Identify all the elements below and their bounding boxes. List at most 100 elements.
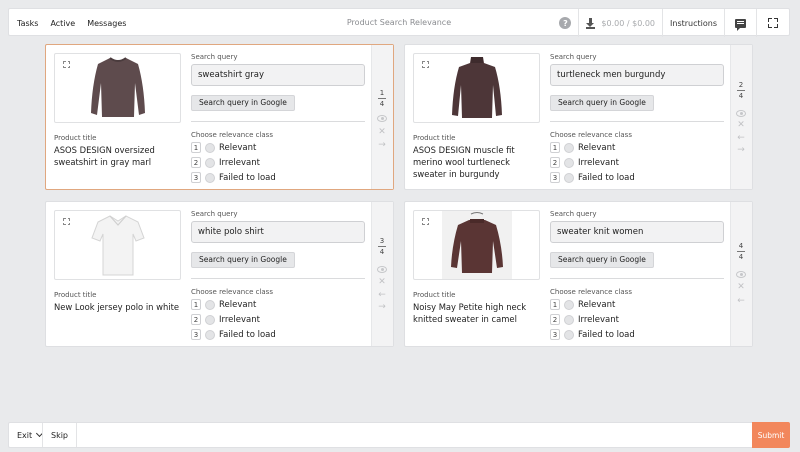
search-query-field[interactable]: turtleneck men burgundy <box>550 64 724 86</box>
product-title: ASOS DESIGN oversized sweatshirt in gray… <box>54 145 155 167</box>
radio-button[interactable] <box>205 314 215 325</box>
radio-button[interactable] <box>564 314 574 325</box>
knit-sweater-image <box>441 211 512 279</box>
task-counter: 44 <box>737 242 745 261</box>
option-failed-to-load[interactable]: 3 Failed to load <box>191 328 276 341</box>
close-icon[interactable]: ✕ <box>376 278 388 287</box>
nav-messages[interactable]: Messages <box>87 19 126 28</box>
card-side-panel: 14 ✕ → <box>371 45 393 189</box>
sweatshirt-image <box>90 57 145 117</box>
option-failed-to-load[interactable]: 3 Failed to load <box>191 171 276 184</box>
radio-button[interactable] <box>564 329 574 340</box>
search-query-label: Search query <box>191 210 238 218</box>
exit-label: Exit <box>17 430 33 440</box>
polo-image <box>90 215 145 276</box>
help-button[interactable]: ? <box>552 9 578 37</box>
product-image-box[interactable] <box>413 210 540 280</box>
radio-button[interactable] <box>564 172 574 183</box>
chat-button[interactable] <box>724 9 756 37</box>
balance-value: $0.00 / $0.00 <box>601 18 656 28</box>
arrow-right-icon[interactable]: → <box>376 303 388 312</box>
eye-icon[interactable] <box>735 271 747 279</box>
expand-icon[interactable] <box>63 61 70 68</box>
hotkey-badge: 3 <box>191 329 201 340</box>
search-query-label: Search query <box>550 210 597 218</box>
radio-button[interactable] <box>205 299 215 310</box>
hotkey-badge: 2 <box>550 157 560 168</box>
radio-button[interactable] <box>205 157 215 168</box>
arrow-left-icon[interactable]: ← <box>735 134 747 143</box>
option-irrelevant[interactable]: 2 Irrelevant <box>191 156 260 169</box>
eye-icon[interactable] <box>376 266 388 274</box>
expand-icon[interactable] <box>63 218 70 225</box>
option-label: Failed to load <box>578 172 635 183</box>
arrow-right-icon[interactable]: → <box>735 146 747 155</box>
close-icon[interactable]: ✕ <box>735 121 747 130</box>
nav-active[interactable]: Active <box>50 19 75 28</box>
option-relevant[interactable]: 1 Relevant <box>550 141 615 154</box>
fullscreen-button[interactable] <box>756 9 789 37</box>
task-card[interactable]: Product title ASOS DESIGN oversized swea… <box>45 44 394 190</box>
expand-icon[interactable] <box>422 61 429 68</box>
option-label: Relevant <box>219 299 257 310</box>
arrow-left-icon[interactable]: ← <box>735 297 747 306</box>
divider <box>191 121 365 122</box>
task-card[interactable]: Product title Noisy May Petite high neck… <box>404 201 753 347</box>
option-irrelevant[interactable]: 2 Irrelevant <box>550 313 619 326</box>
search-query-field[interactable]: white polo shirt <box>191 221 365 243</box>
google-search-button[interactable]: Search query in Google <box>550 252 654 268</box>
arrow-left-icon[interactable]: ← <box>376 291 388 300</box>
radio-button[interactable] <box>205 329 215 340</box>
task-card[interactable]: Product title ASOS DESIGN muscle fit mer… <box>404 44 753 190</box>
option-relevant[interactable]: 1 Relevant <box>191 141 256 154</box>
product-image-box[interactable] <box>54 53 181 123</box>
radio-button[interactable] <box>564 299 574 310</box>
google-search-button[interactable]: Search query in Google <box>550 95 654 111</box>
option-label: Irrelevant <box>219 314 260 325</box>
close-icon[interactable]: ✕ <box>735 283 747 292</box>
option-relevant[interactable]: 1 Relevant <box>191 298 256 311</box>
google-search-button[interactable]: Search query in Google <box>191 95 295 111</box>
arrow-right-icon[interactable]: → <box>376 141 388 150</box>
relevance-class-label: Choose relevance class <box>191 288 273 296</box>
divider <box>550 121 724 122</box>
task-card[interactable]: Product title New Look jersey polo in wh… <box>45 201 394 347</box>
search-query-label: Search query <box>550 53 597 61</box>
option-failed-to-load[interactable]: 3 Failed to load <box>550 328 635 341</box>
nav-tasks[interactable]: Tasks <box>17 19 38 28</box>
radio-button[interactable] <box>205 142 215 153</box>
option-label: Failed to load <box>578 329 635 340</box>
top-bar-actions: ? $0.00 / $0.00 Instructions <box>552 9 789 37</box>
hotkey-badge: 3 <box>550 172 560 183</box>
hotkey-badge: 1 <box>550 299 560 310</box>
skip-button[interactable]: Skip <box>42 423 78 447</box>
submit-button[interactable]: Submit <box>752 422 790 448</box>
radio-button[interactable] <box>564 142 574 153</box>
google-search-button[interactable]: Search query in Google <box>191 252 295 268</box>
option-irrelevant[interactable]: 2 Irrelevant <box>550 156 619 169</box>
eye-icon[interactable] <box>735 110 747 118</box>
option-label: Failed to load <box>219 329 276 340</box>
product-image-box[interactable] <box>413 53 540 123</box>
instructions-button[interactable]: Instructions <box>662 9 724 37</box>
eye-icon[interactable] <box>376 115 388 123</box>
option-relevant[interactable]: 1 Relevant <box>550 298 615 311</box>
relevance-class-label: Choose relevance class <box>191 131 273 139</box>
card-side-panel: 24 ✕ ← → <box>730 45 752 189</box>
product-image-box[interactable] <box>54 210 181 280</box>
hotkey-badge: 2 <box>191 314 201 325</box>
search-query-field[interactable]: sweatshirt gray <box>191 64 365 86</box>
option-failed-to-load[interactable]: 3 Failed to load <box>550 171 635 184</box>
radio-button[interactable] <box>205 172 215 183</box>
radio-button[interactable] <box>564 157 574 168</box>
option-irrelevant[interactable]: 2 Irrelevant <box>191 313 260 326</box>
expand-icon[interactable] <box>422 218 429 225</box>
option-label: Relevant <box>219 142 257 153</box>
close-icon[interactable]: ✕ <box>376 128 388 137</box>
search-query-label: Search query <box>191 53 238 61</box>
search-query-field[interactable]: sweater knit women <box>550 221 724 243</box>
product-title-label: Product title <box>413 134 456 142</box>
hotkey-badge: 1 <box>550 142 560 153</box>
option-label: Relevant <box>578 299 616 310</box>
product-title-label: Product title <box>413 291 456 299</box>
